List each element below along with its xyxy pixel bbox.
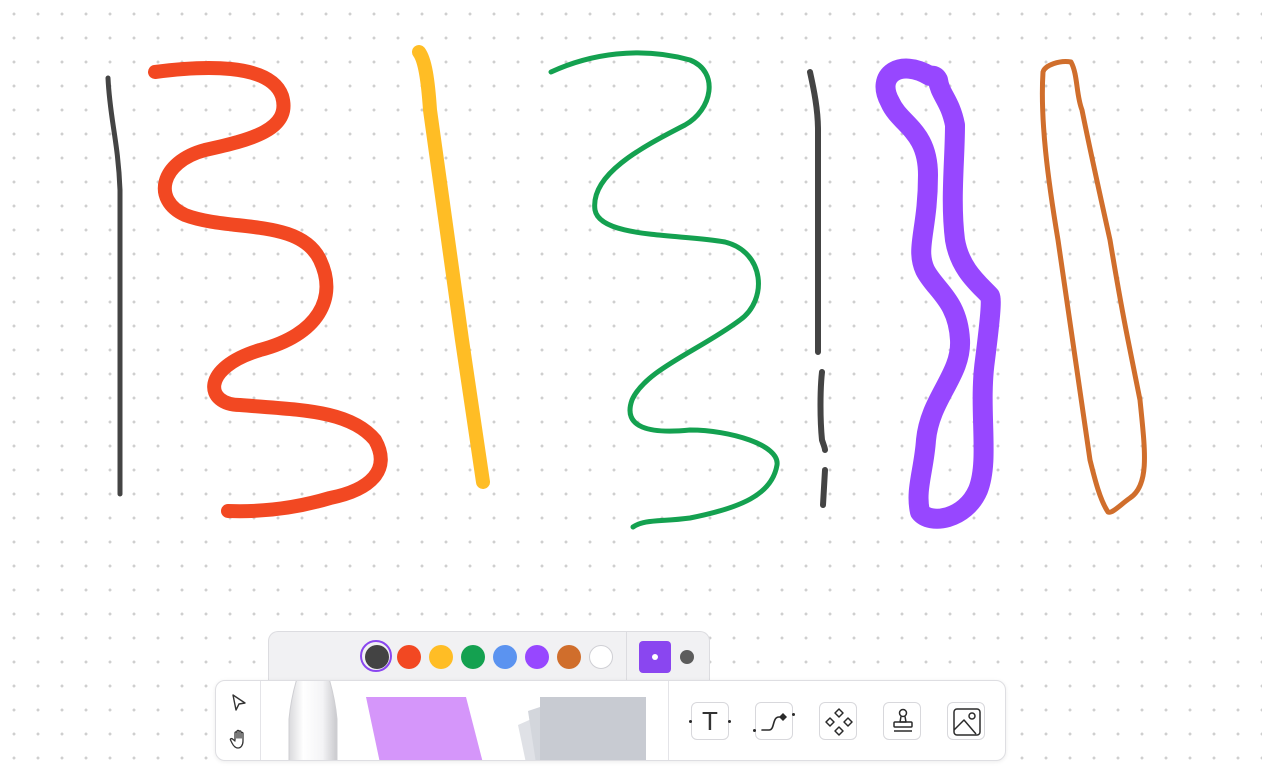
swatch-red[interactable] (397, 645, 421, 669)
swatch-charcoal[interactable] (360, 640, 392, 672)
text-tool-handle (689, 720, 692, 723)
text-tool-handle (728, 720, 731, 723)
connector-tool-button[interactable] (755, 702, 793, 740)
stroke-purple-loop[interactable] (875, 58, 1001, 529)
color-size-tray (268, 631, 710, 684)
swatch-purple[interactable] (525, 645, 549, 669)
move-icon[interactable] (227, 691, 251, 715)
text-tool-button[interactable]: T (691, 702, 729, 740)
stroke-orange-loop[interactable] (1039, 59, 1147, 515)
connector-handle (753, 729, 756, 732)
stamp-icon (893, 708, 913, 732)
text-icon: T (702, 706, 718, 736)
toolbar-divider (668, 681, 669, 760)
shapes-tool-button[interactable] (819, 702, 857, 740)
stamp-tool-button[interactable] (883, 702, 921, 740)
stroke-dark-dashed[interactable] (820, 467, 828, 508)
sticky-note[interactable] (366, 697, 484, 760)
section-stack[interactable] (516, 695, 648, 760)
swatch-blue[interactable] (493, 645, 517, 669)
swatch-green[interactable] (461, 645, 485, 669)
toolbar-divider (260, 681, 261, 760)
image-tool-button[interactable] (947, 702, 985, 740)
connector-handle (792, 713, 795, 716)
swatch-yellow[interactable] (429, 645, 453, 669)
shapes-icon (825, 708, 853, 736)
image-icon (953, 708, 981, 736)
swatch-white[interactable] (589, 645, 613, 669)
swatch-orange[interactable] (557, 645, 581, 669)
stroke-red-wave[interactable] (148, 61, 388, 519)
stroke-dark-thin[interactable] (105, 75, 123, 497)
marker-pen[interactable] (288, 681, 338, 760)
stroke-dark-dashed[interactable] (817, 369, 828, 453)
stroke-green-wave[interactable] (548, 50, 780, 530)
stroke-yellow-line[interactable] (412, 45, 490, 489)
bottom-toolbar: T (215, 680, 1006, 761)
connector-icon (761, 713, 787, 731)
stroke-size-thick-button[interactable] (680, 650, 694, 664)
stroke-dark-dashed[interactable] (807, 69, 821, 355)
hand-icon[interactable] (227, 727, 251, 751)
tray-divider (626, 632, 627, 684)
stroke-size-thin-button[interactable] (639, 641, 671, 673)
